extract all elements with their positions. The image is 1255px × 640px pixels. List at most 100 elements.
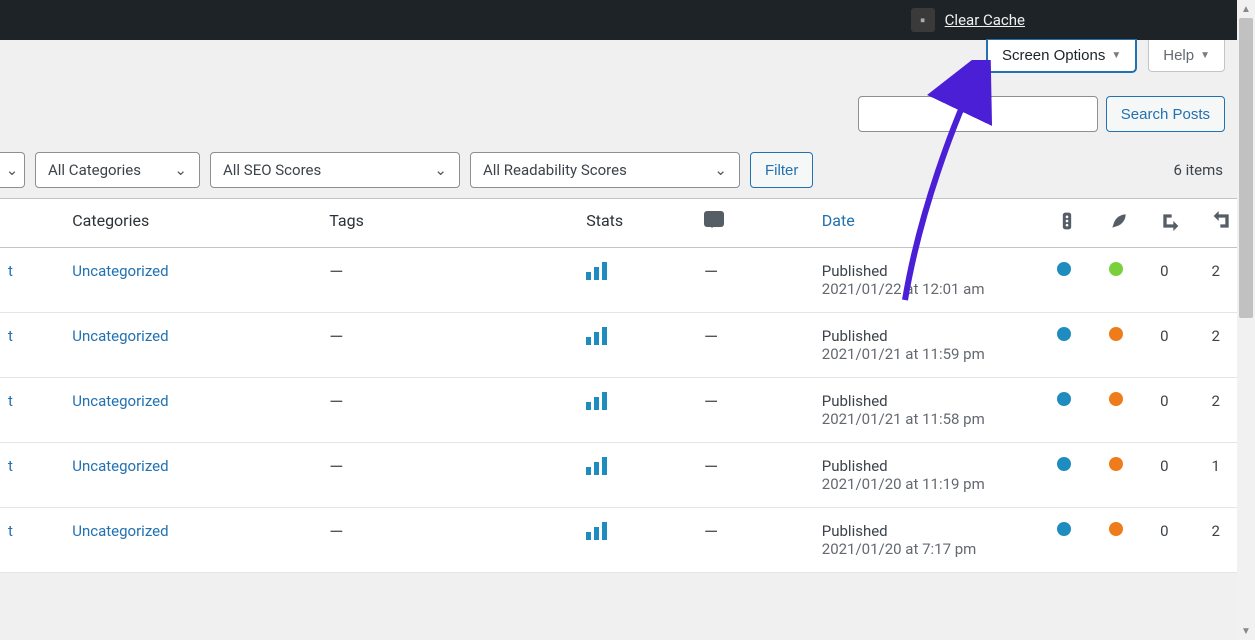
cell-category: Uncategorized bbox=[64, 248, 321, 313]
timestamp: 2021/01/21 at 11:59 pm bbox=[822, 345, 1042, 363]
cell-comments: — bbox=[696, 378, 814, 443]
help-toggle[interactable]: Help ▼ bbox=[1148, 40, 1225, 72]
column-comments[interactable] bbox=[696, 199, 814, 248]
published-label: Published bbox=[822, 522, 1042, 540]
stats-bars-icon bbox=[586, 262, 607, 280]
published-label: Published bbox=[822, 457, 1042, 475]
table-body: tUncategorized——Published2021/01/22 at 1… bbox=[0, 248, 1255, 573]
scroll-thumb[interactable] bbox=[1239, 18, 1253, 318]
cell-tags: — bbox=[321, 443, 578, 508]
cell-seo bbox=[1049, 443, 1100, 508]
table-row: tUncategorized——Published2021/01/21 at 1… bbox=[0, 313, 1255, 378]
cell-seo bbox=[1049, 248, 1100, 313]
published-label: Published bbox=[822, 327, 1042, 345]
cell-readability bbox=[1101, 378, 1152, 443]
cell-readability bbox=[1101, 443, 1152, 508]
post-title-fragment[interactable]: t bbox=[0, 443, 64, 508]
stats-bars-icon bbox=[586, 327, 607, 345]
cell-date: Published2021/01/20 at 7:17 pm bbox=[814, 508, 1050, 573]
column-date[interactable]: Date bbox=[814, 199, 1050, 248]
em-dash: — bbox=[329, 262, 343, 283]
cell-incoming: 0 bbox=[1152, 248, 1203, 313]
cell-seo bbox=[1049, 313, 1100, 378]
scroll-up-arrow-icon[interactable]: ▲ bbox=[1237, 0, 1255, 18]
cell-comments: — bbox=[696, 508, 814, 573]
category-link[interactable]: Uncategorized bbox=[72, 457, 168, 475]
stats-bars-icon bbox=[586, 392, 607, 410]
cell-incoming: 0 bbox=[1152, 508, 1203, 573]
filter-readability-select[interactable]: All Readability Scores ⌄ bbox=[470, 152, 740, 188]
post-title-fragment[interactable]: t bbox=[0, 508, 64, 573]
seo-dot-icon bbox=[1057, 262, 1071, 276]
cell-comments: — bbox=[696, 443, 814, 508]
cell-incoming: 0 bbox=[1152, 443, 1203, 508]
cell-comments: — bbox=[696, 313, 814, 378]
post-title-fragment[interactable]: t bbox=[0, 248, 64, 313]
column-stats[interactable]: Stats bbox=[578, 199, 696, 248]
chevron-down-icon: ⌄ bbox=[714, 161, 727, 179]
column-title[interactable] bbox=[0, 199, 64, 248]
cell-date: Published2021/01/20 at 11:19 pm bbox=[814, 443, 1050, 508]
em-dash: — bbox=[704, 392, 718, 413]
scroll-down-arrow-icon[interactable]: ▼ bbox=[1237, 622, 1255, 640]
filter-seo-select[interactable]: All SEO Scores ⌄ bbox=[210, 152, 460, 188]
em-dash: — bbox=[329, 392, 343, 413]
chevron-down-icon: ⌄ bbox=[6, 161, 19, 179]
post-title-fragment[interactable]: t bbox=[0, 378, 64, 443]
vertical-scrollbar[interactable]: ▲ ▼ bbox=[1237, 0, 1255, 640]
column-categories[interactable]: Categories bbox=[64, 199, 321, 248]
table-row: t Uncategorized — — Published2021/01/21 at 1… bbox=[0, 378, 1255, 443]
column-readability[interactable] bbox=[1101, 199, 1152, 248]
category-link[interactable]: Uncategorized bbox=[72, 392, 168, 410]
cell-seo bbox=[1049, 378, 1100, 443]
search-posts-button[interactable]: Search Posts bbox=[1106, 96, 1225, 132]
filter-categories-select[interactable]: All Categories ⌄ bbox=[35, 152, 200, 188]
chevron-down-icon: ⌄ bbox=[434, 161, 447, 179]
category-link[interactable]: Uncategorized bbox=[72, 327, 168, 345]
category-link[interactable]: Uncategorized bbox=[72, 522, 168, 540]
category-link[interactable]: Uncategorized bbox=[72, 262, 168, 280]
search-posts-input[interactable] bbox=[858, 96, 1098, 132]
cell-stats bbox=[578, 313, 696, 378]
seo-dot-icon bbox=[1057, 327, 1071, 341]
cell-date: Published2021/01/21 at 11:59 pm bbox=[814, 313, 1050, 378]
filter-dates-select-fragment[interactable]: ⌄ bbox=[0, 152, 25, 188]
cell-readability bbox=[1101, 248, 1152, 313]
cell-comments: — bbox=[696, 248, 814, 313]
column-incoming-links[interactable] bbox=[1152, 199, 1203, 248]
em-dash: — bbox=[329, 457, 343, 478]
date-sort-link[interactable]: Date bbox=[822, 211, 855, 230]
column-tags[interactable]: Tags bbox=[321, 199, 578, 248]
screen-options-label: Screen Options bbox=[1002, 47, 1105, 64]
seo-dot-icon bbox=[1057, 457, 1071, 471]
cell-date: Published2021/01/21 at 11:58 pm bbox=[814, 378, 1050, 443]
table-row: tUncategorized——Published2021/01/20 at 7… bbox=[0, 508, 1255, 573]
screen-options-toggle[interactable]: Screen Options ▼ bbox=[987, 40, 1136, 72]
cell-category: Uncategorized bbox=[64, 378, 321, 443]
timestamp: 2021/01/20 at 7:17 pm bbox=[822, 540, 1042, 558]
traffic-light-icon bbox=[1057, 211, 1077, 231]
em-dash: — bbox=[704, 522, 718, 543]
readability-dot-icon bbox=[1109, 392, 1123, 406]
cell-readability bbox=[1101, 508, 1152, 573]
column-seo[interactable] bbox=[1049, 199, 1100, 248]
screen-meta-row: Screen Options ▼ Help ▼ bbox=[0, 40, 1255, 90]
post-title-fragment[interactable]: t bbox=[0, 313, 64, 378]
timestamp: 2021/01/21 at 11:58 pm bbox=[822, 410, 1042, 428]
comment-icon[interactable]: ▪ bbox=[911, 8, 935, 32]
item-count: 6 items bbox=[1173, 161, 1225, 179]
filter-row: ⌄ All Categories ⌄ All SEO Scores ⌄ All … bbox=[0, 132, 1255, 198]
outgoing-link-icon bbox=[1212, 211, 1232, 231]
filter-button[interactable]: Filter bbox=[750, 152, 813, 188]
clear-cache-link[interactable]: Clear Cache bbox=[945, 11, 1025, 29]
readability-dot-icon bbox=[1109, 522, 1123, 536]
em-dash: — bbox=[704, 457, 718, 478]
admin-bar: ▪ Clear Cache bbox=[0, 0, 1255, 40]
stats-bars-icon bbox=[586, 522, 607, 540]
cell-incoming: 0 bbox=[1152, 378, 1203, 443]
posts-table: Categories Tags Stats Date tUncat bbox=[0, 198, 1255, 573]
cell-stats bbox=[578, 443, 696, 508]
em-dash: — bbox=[704, 262, 718, 283]
em-dash: — bbox=[329, 327, 343, 348]
comment-bubble-icon bbox=[704, 211, 724, 227]
